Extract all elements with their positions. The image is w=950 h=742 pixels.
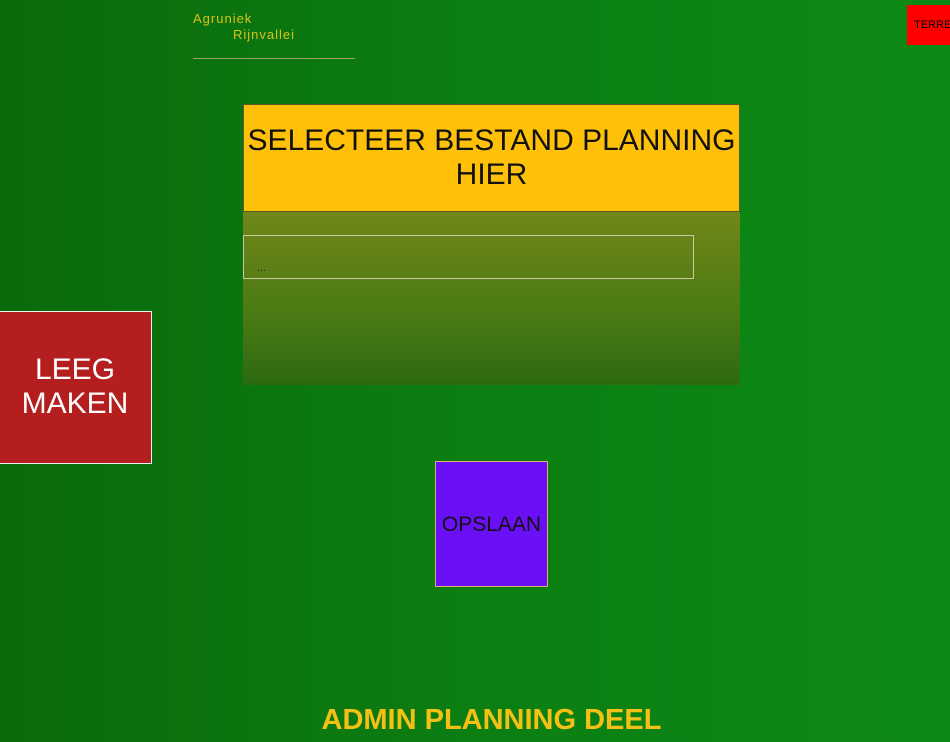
logo-line-1: Agruniek xyxy=(193,11,253,26)
logo: Agruniek Rijnvallei xyxy=(193,10,355,59)
upload-panel: SELECTEER BESTAND PLANNING HIER ... xyxy=(243,104,740,385)
clear-button[interactable]: LEEG MAKEN xyxy=(0,311,152,464)
save-button[interactable]: OPSLAAN xyxy=(435,461,548,587)
terrein-button[interactable]: TERREIN xyxy=(907,5,950,45)
file-input-placeholder: ... xyxy=(257,262,267,274)
file-input[interactable]: ... xyxy=(243,235,694,279)
page-title: ADMIN PLANNING DEEL xyxy=(321,704,662,736)
logo-line-2: Rijnvallei xyxy=(233,27,296,42)
upload-panel-title: SELECTEER BESTAND PLANNING HIER xyxy=(243,104,740,212)
